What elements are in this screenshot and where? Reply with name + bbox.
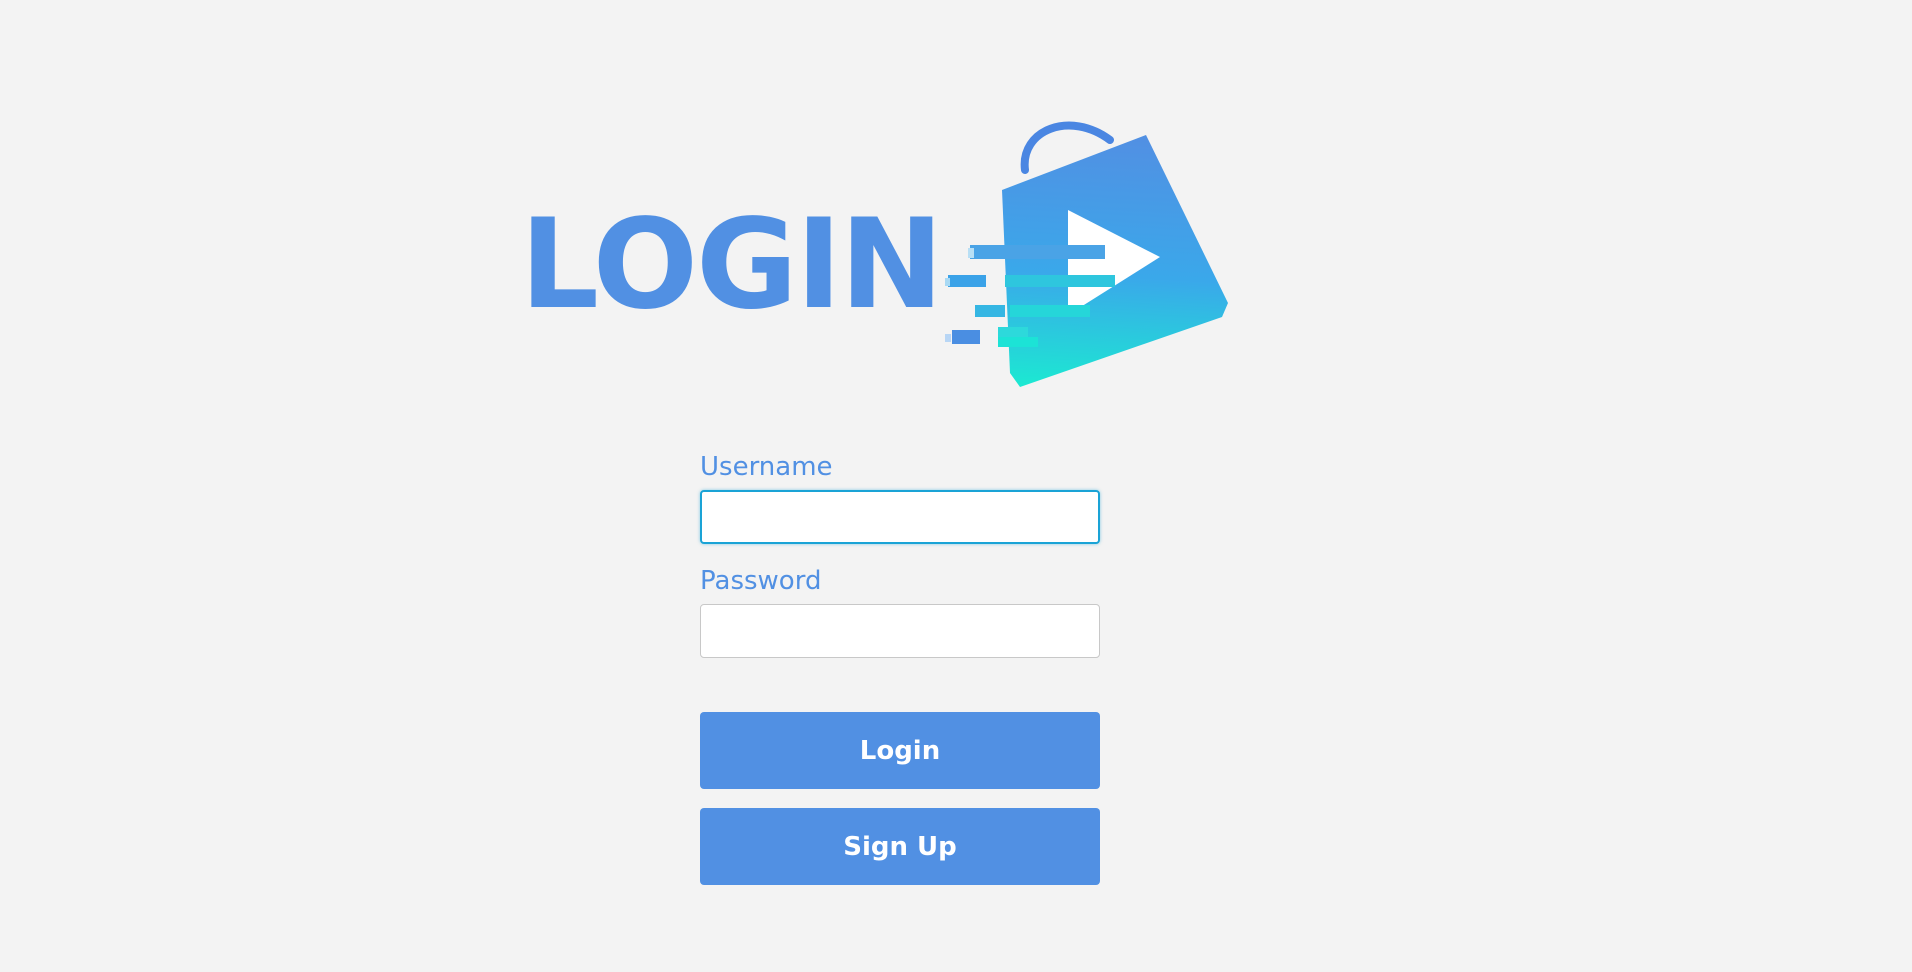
login-button[interactable]: Login	[700, 712, 1100, 789]
username-label: Username	[700, 452, 833, 482]
signup-button[interactable]: Sign Up	[700, 808, 1100, 885]
username-field[interactable]	[700, 490, 1100, 544]
page-title: LOGIN	[520, 193, 944, 337]
password-field[interactable]	[700, 604, 1100, 658]
password-label: Password	[700, 566, 822, 596]
shopping-bag-logo-icon	[945, 121, 1228, 387]
